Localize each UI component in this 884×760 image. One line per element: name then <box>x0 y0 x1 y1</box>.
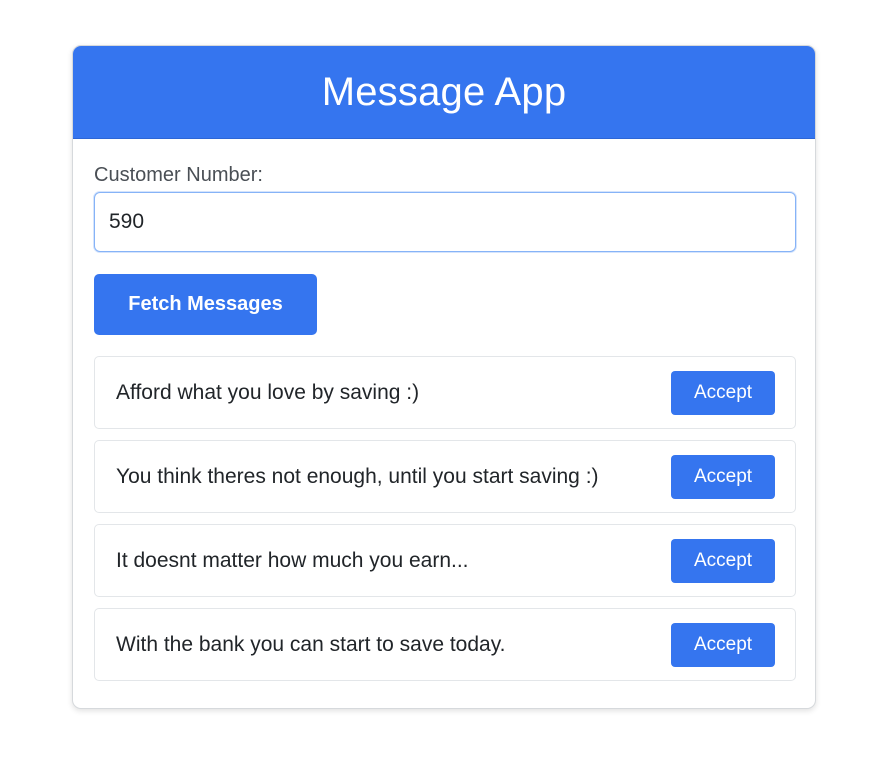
message-text: With the bank you can start to save toda… <box>116 632 506 656</box>
app-header: Message App <box>73 46 815 139</box>
fetch-messages-button[interactable]: Fetch Messages <box>94 274 317 335</box>
message-item: Afford what you love by saving :) Accept <box>94 356 796 429</box>
accept-button[interactable]: Accept <box>671 538 775 583</box>
accept-button[interactable]: Accept <box>671 454 775 499</box>
message-item: With the bank you can start to save toda… <box>94 608 796 681</box>
app-body: Customer Number: Fetch Messages Afford w… <box>73 139 815 681</box>
message-text: Afford what you love by saving :) <box>116 380 420 404</box>
message-text: It doesnt matter how much you earn... <box>116 548 469 572</box>
message-list: Afford what you love by saving :) Accept… <box>94 356 796 681</box>
customer-number-label: Customer Number: <box>94 164 263 186</box>
accept-button[interactable]: Accept <box>671 370 775 415</box>
message-item: It doesnt matter how much you earn... Ac… <box>94 524 796 597</box>
message-text: You think theres not enough, until you s… <box>116 464 599 488</box>
message-app-card: Message App Customer Number: Fetch Messa… <box>72 45 816 709</box>
customer-number-input[interactable] <box>94 192 796 252</box>
message-item: You think theres not enough, until you s… <box>94 440 796 513</box>
accept-button[interactable]: Accept <box>671 622 775 667</box>
app-title: Message App <box>321 69 567 114</box>
